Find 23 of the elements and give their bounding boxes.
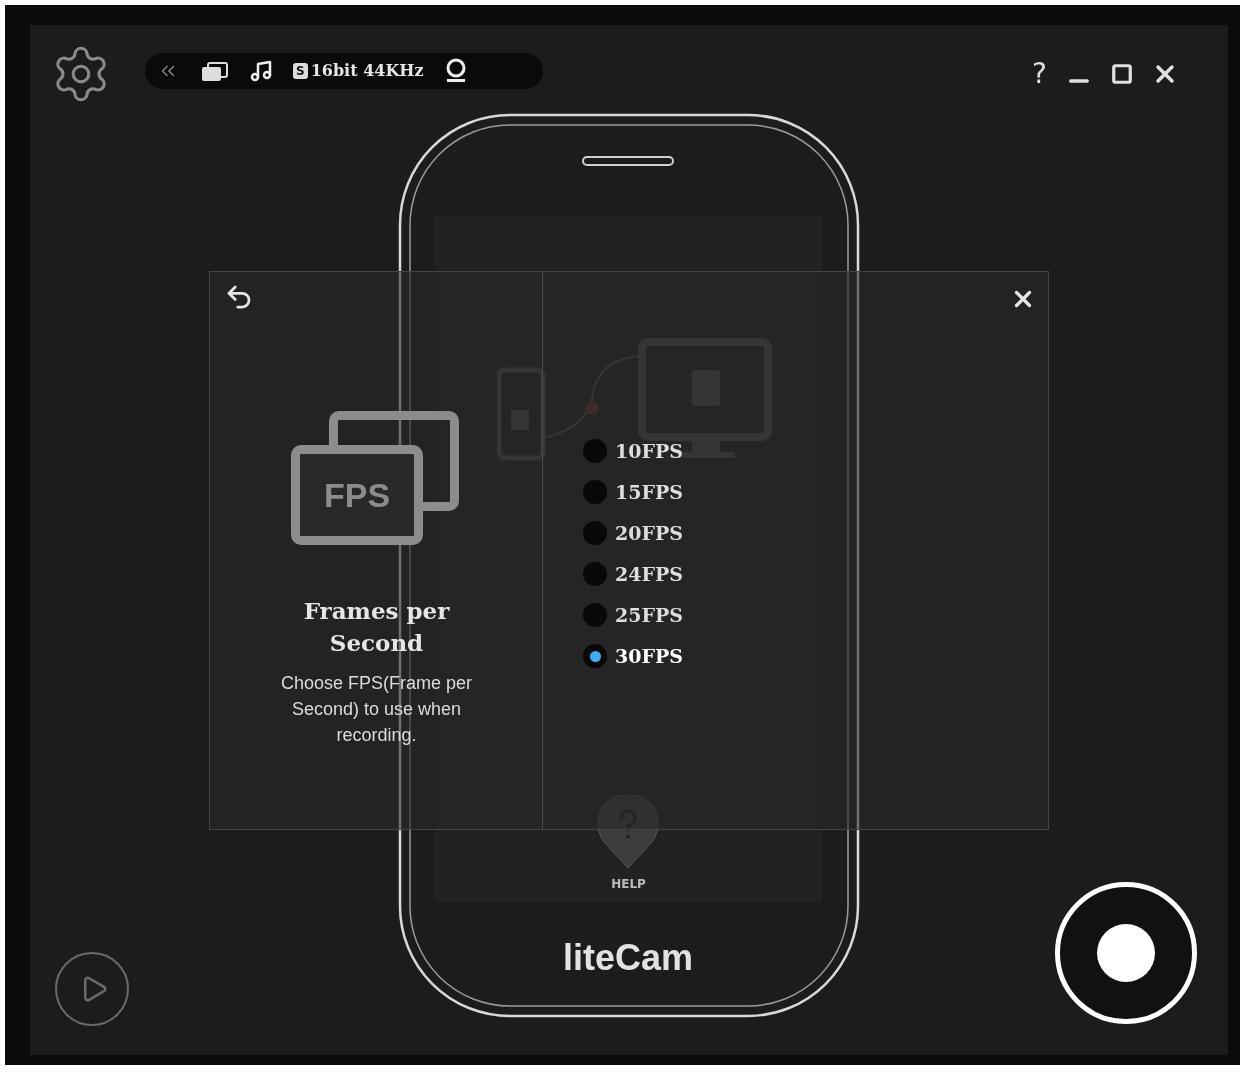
fps-option-label: 24FPS <box>615 561 683 587</box>
fps-option[interactable]: 20FPS <box>583 519 683 547</box>
maximize-icon[interactable] <box>1110 63 1133 85</box>
help-label: HELP <box>610 876 647 893</box>
audio-format-label[interactable]: 16bit 44KHz <box>310 59 424 83</box>
brand-logo: liteCam <box>561 936 694 980</box>
fps-option[interactable]: 10FPS <box>583 437 683 465</box>
fps-option[interactable]: 30FPS <box>583 642 683 670</box>
fps-option[interactable]: 25FPS <box>583 601 683 629</box>
fps-option-label: 10FPS <box>615 438 683 464</box>
help-button[interactable]: ? <box>1032 60 1047 88</box>
fps-option[interactable]: 15FPS <box>583 478 683 506</box>
sample-badge: S <box>293 63 308 79</box>
dialog-title: Frames per Second <box>302 596 451 658</box>
fps-option-label: 15FPS <box>615 479 683 505</box>
fps-option-label: 30FPS <box>615 643 683 669</box>
fps-option-label: 20FPS <box>615 520 683 546</box>
fps-option-label: 25FPS <box>615 602 683 628</box>
play-button[interactable] <box>55 952 129 1026</box>
dialog-description: Choose FPS(Frame per Second) to use when recording. <box>279 672 474 747</box>
fps-option[interactable]: 24FPS <box>583 560 683 588</box>
music-note-icon[interactable] <box>249 59 273 83</box>
window-frames-icon[interactable] <box>199 60 229 82</box>
